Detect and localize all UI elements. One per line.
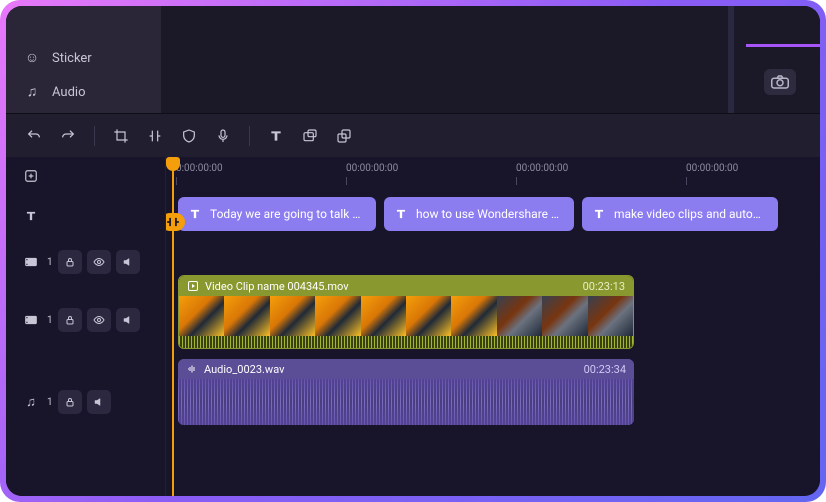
speaker-icon — [93, 396, 105, 408]
add-track-button[interactable] — [6, 163, 165, 189]
audio-clip-name: Audio_0023.wav — [204, 363, 284, 376]
sticker-icon: ☺ — [24, 50, 40, 66]
video-thumbnails — [179, 296, 633, 336]
ruler-tick: 00:00:00:00 — [686, 163, 738, 174]
lock-icon — [64, 314, 76, 326]
cut-marker[interactable] — [166, 213, 185, 231]
lock-button[interactable] — [58, 390, 82, 414]
video-track-header-2[interactable]: 1 — [6, 307, 165, 333]
library-sidebar: ☺ Sticker ♫ Audio — [6, 6, 161, 113]
text-clip-label: make video clips and autom... — [614, 207, 768, 221]
playhead-cap[interactable] — [166, 157, 180, 171]
mic-icon — [215, 128, 231, 144]
audio-clip-header: Audio_0023.wav 00:23:34 — [178, 359, 634, 379]
undo-icon — [26, 128, 42, 144]
shield-icon — [181, 128, 197, 144]
timeline: 1 1 ♫ 1 — [6, 157, 820, 496]
video-track-icon — [16, 307, 46, 333]
crop-button[interactable] — [107, 122, 135, 150]
text-track-header[interactable] — [6, 203, 165, 229]
layers-button[interactable] — [330, 122, 358, 150]
eye-icon — [93, 314, 105, 326]
redo-icon — [60, 128, 76, 144]
audio-track-header[interactable]: ♫ 1 — [6, 389, 165, 415]
split-button[interactable] — [141, 122, 169, 150]
video-clip[interactable]: Video Clip name 004345.mov 00:23:13 — [178, 275, 634, 349]
snapshot-button[interactable] — [764, 69, 796, 95]
split-indicator-icon — [166, 216, 180, 228]
visibility-button[interactable] — [87, 308, 111, 332]
sidebar-item-label: Sticker — [52, 51, 92, 66]
sidebar-item-audio[interactable]: ♫ Audio — [6, 75, 161, 109]
video-clip-header: Video Clip name 004345.mov 00:23:13 — [179, 276, 633, 296]
lock-icon — [64, 396, 76, 408]
play-icon — [187, 280, 199, 292]
lock-button[interactable] — [58, 308, 82, 332]
camera-icon — [771, 75, 789, 89]
mute-button[interactable] — [116, 308, 140, 332]
video-clip-duration: 00:23:13 — [583, 280, 625, 293]
lock-icon — [64, 256, 76, 268]
waveform-icon — [186, 363, 198, 375]
audio-waveform — [178, 379, 634, 425]
track-index: 1 — [47, 397, 53, 408]
time-ruler[interactable]: 0:00:00:00 00:00:00:00 00:00:00:00 00:00… — [166, 157, 820, 187]
audio-track-icon: ♫ — [16, 389, 46, 415]
audio-clip[interactable]: Audio_0023.wav 00:23:34 — [178, 359, 634, 425]
video-track-icon — [16, 249, 46, 275]
redo-button[interactable] — [54, 122, 82, 150]
mute-button[interactable] — [116, 250, 140, 274]
separator — [94, 126, 95, 146]
split-icon — [147, 128, 163, 144]
video-clip-name: Video Clip name 004345.mov — [205, 280, 349, 293]
speaker-icon — [122, 256, 134, 268]
music-icon: ♫ — [24, 84, 40, 100]
eye-icon — [93, 256, 105, 268]
ruler-tick: 00:00:00:00 — [346, 163, 398, 174]
audio-clip-duration: 00:23:34 — [584, 363, 626, 376]
sidebar-item-label: Audio — [52, 85, 85, 100]
text-track-icon — [16, 203, 46, 229]
selection-accent — [746, 44, 820, 47]
layers-icon — [336, 128, 352, 144]
text-icon — [268, 128, 284, 144]
undo-button[interactable] — [20, 122, 48, 150]
plus-icon — [24, 169, 38, 183]
library-panel: ☺ Sticker ♫ Audio — [6, 6, 820, 113]
library-content — [161, 6, 728, 113]
tracks-body[interactable]: 0:00:00:00 00:00:00:00 00:00:00:00 00:00… — [166, 157, 820, 496]
sidebar-item-sticker[interactable]: ☺ Sticker — [6, 41, 161, 75]
text-button[interactable] — [262, 122, 290, 150]
caption-icon — [302, 128, 318, 144]
caption-button[interactable] — [296, 122, 324, 150]
playhead[interactable] — [172, 157, 174, 496]
text-clip-label: Today we are going to talk a... — [210, 207, 366, 221]
text-clip-label: how to use Wondershare De... — [416, 207, 564, 221]
separator — [249, 126, 250, 146]
preview-panel — [728, 6, 820, 113]
video-audio-waveform — [179, 336, 633, 348]
mute-button[interactable] — [87, 390, 111, 414]
lock-button[interactable] — [58, 250, 82, 274]
text-icon — [592, 207, 606, 221]
speaker-icon — [122, 314, 134, 326]
timeline-toolbar — [6, 113, 820, 157]
text-icon — [188, 207, 202, 221]
mic-button[interactable] — [209, 122, 237, 150]
track-index: 1 — [47, 315, 53, 326]
visibility-button[interactable] — [87, 250, 111, 274]
text-clip[interactable]: how to use Wondershare De... — [384, 197, 574, 231]
text-clip[interactable]: Today we are going to talk a... — [178, 197, 376, 231]
track-index: 1 — [47, 257, 53, 268]
video-track-header-1[interactable]: 1 — [6, 249, 165, 275]
ruler-tick: 0:00:00:00 — [176, 163, 223, 174]
track-headers: 1 1 ♫ 1 — [6, 157, 166, 496]
text-icon — [394, 207, 408, 221]
text-clip[interactable]: make video clips and autom... — [582, 197, 778, 231]
crop-icon — [113, 128, 129, 144]
ruler-tick: 00:00:00:00 — [516, 163, 568, 174]
shield-button[interactable] — [175, 122, 203, 150]
